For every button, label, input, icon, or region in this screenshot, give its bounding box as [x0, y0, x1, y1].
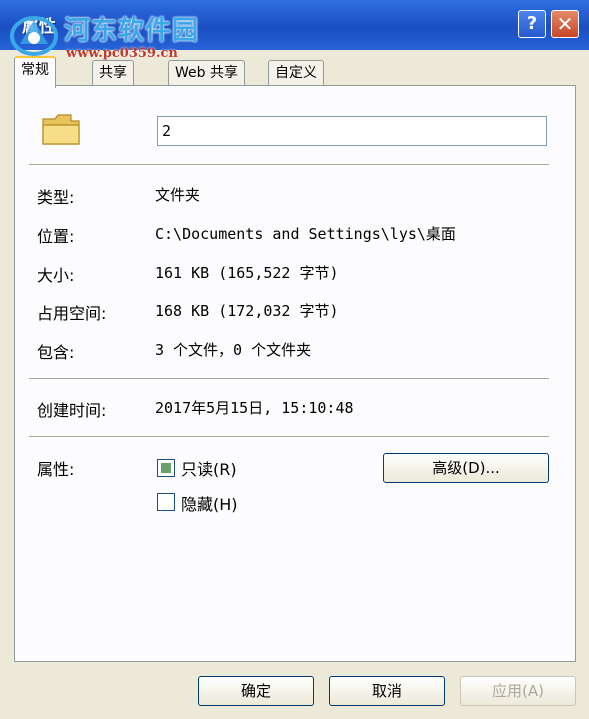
contains-label: 包含: — [37, 343, 75, 362]
separator — [29, 436, 549, 438]
tab-general[interactable]: 常规 — [14, 56, 56, 88]
window-title: 属性 — [22, 17, 56, 37]
type-value: 文件夹 — [155, 186, 201, 204]
cancel-button[interactable]: 取消 — [329, 676, 445, 706]
tab-customize[interactable]: 自定义 — [268, 60, 324, 85]
location-label: 位置: — [37, 227, 75, 246]
ok-button[interactable]: 确定 — [198, 676, 314, 706]
separator — [29, 164, 549, 166]
separator — [29, 378, 549, 380]
hidden-checkbox[interactable] — [157, 493, 175, 511]
contains-value: 3 个文件，0 个文件夹 — [155, 341, 312, 359]
readonly-label[interactable]: 只读(R) — [181, 456, 237, 480]
type-label: 类型: — [37, 188, 75, 207]
size-label: 大小: — [37, 266, 75, 285]
size-on-disk-label: 占用空间: — [37, 304, 107, 323]
folder-name-input[interactable]: 2 — [157, 116, 547, 146]
apply-button[interactable]: 应用(A) — [460, 676, 576, 706]
attributes-label: 属性: — [37, 460, 75, 479]
created-label: 创建时间: — [37, 401, 107, 420]
location-value: C:\Documents and Settings\lys\桌面 — [155, 225, 456, 243]
close-button[interactable]: ✕ — [551, 10, 579, 38]
readonly-checkbox[interactable] — [157, 459, 175, 477]
help-button[interactable]: ? — [518, 10, 546, 38]
created-value: 2017年5月15日, 15:10:48 — [155, 399, 354, 417]
tab-web-sharing[interactable]: Web 共享 — [168, 60, 245, 85]
tab-sharing[interactable]: 共享 — [92, 60, 134, 85]
size-value: 161 KB (165,522 字节) — [155, 264, 339, 282]
hidden-label[interactable]: 隐藏(H) — [181, 491, 238, 515]
general-tab-panel: 2 类型: 文件夹 位置: C:\Documents and Settings\… — [14, 85, 576, 662]
advanced-button[interactable]: 高级(D)... — [383, 453, 549, 483]
title-bar[interactable]: 属性 ? ✕ — [0, 0, 589, 50]
size-on-disk-value: 168 KB (172,032 字节) — [155, 302, 339, 320]
folder-icon — [42, 114, 80, 145]
